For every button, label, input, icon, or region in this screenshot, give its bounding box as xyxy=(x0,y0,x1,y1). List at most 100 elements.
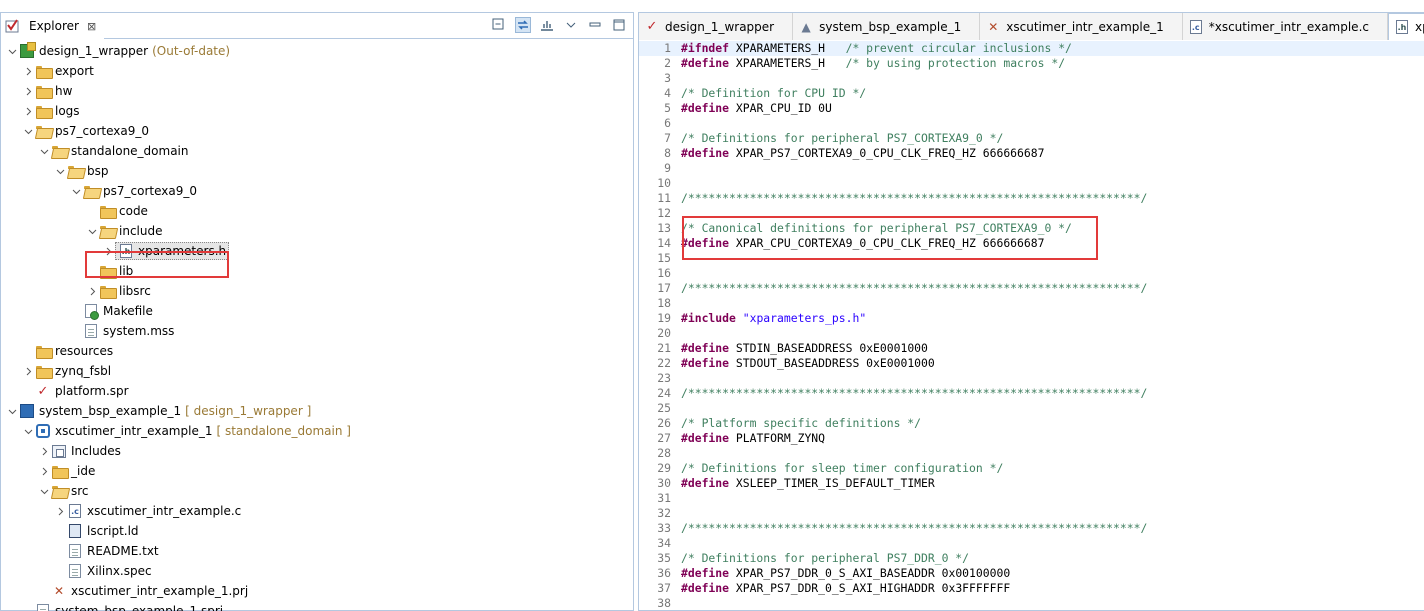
tree-item-label: system_bsp_example_1.sprj xyxy=(55,604,224,611)
tree-item-content: Includes xyxy=(51,443,121,459)
explorer-tab-title: Explorer xyxy=(29,19,79,33)
tree-item[interactable]: Makefile xyxy=(1,301,633,321)
tree-item[interactable]: README.txt xyxy=(1,541,633,561)
collapse-all-icon[interactable] xyxy=(491,17,507,33)
tree-item-content: _ide xyxy=(51,463,95,479)
line-number: 25 xyxy=(657,401,671,415)
code-line: 2 #define XPARAMETERS_H /* by using prote… xyxy=(639,56,1424,71)
tree-item[interactable]: system_bsp_example_1.sprj xyxy=(1,601,633,611)
chevron-down-icon[interactable] xyxy=(37,481,51,501)
chevron-right-icon[interactable] xyxy=(21,61,35,81)
tree-item[interactable]: code xyxy=(1,201,633,221)
line-number: 11 xyxy=(657,191,671,205)
code-line: 30 #define XSLEEP_TIMER_IS_DEFAULT_TIMER xyxy=(639,476,1424,491)
tree-item[interactable]: system.mss xyxy=(1,321,633,341)
filter-icon[interactable] xyxy=(539,17,555,33)
code-line: 31 xyxy=(639,491,1424,506)
maximize-icon[interactable] xyxy=(611,17,627,33)
tree-item[interactable]: .h xparameters.h xyxy=(1,241,633,261)
line-number: 28 xyxy=(657,446,671,460)
tree-item[interactable]: hw xyxy=(1,81,633,101)
tree-item[interactable]: lscript.ld xyxy=(1,521,633,541)
tree-item[interactable]: system_bsp_example_1[ design_1_wrapper ] xyxy=(1,401,633,421)
tree-item[interactable]: xscutimer_intr_example_1[ standalone_dom… xyxy=(1,421,633,441)
explorer-tab-bar: Explorer ⊠ xyxy=(1,13,633,39)
line-number: 16 xyxy=(657,266,671,280)
code-token: /* Definition for CPU ID */ xyxy=(681,86,867,100)
close-icon[interactable]: ⊠ xyxy=(87,20,96,33)
editor-tab[interactable]: ▲ system_bsp_example_1 xyxy=(793,13,981,40)
explorer-panel: Explorer ⊠ design_1_wrapper (Out-of-date… xyxy=(0,12,634,611)
code-editor[interactable]: 1 #ifndef XPARAMETERS_H /* prevent circul… xyxy=(639,41,1424,610)
tree-item[interactable]: zynq_fsbl xyxy=(1,361,633,381)
chevron-down-icon[interactable] xyxy=(69,181,83,201)
tree-item[interactable]: export xyxy=(1,61,633,81)
chevron-right-icon[interactable] xyxy=(53,501,67,521)
code-token: /***************************************… xyxy=(681,281,1148,295)
tree-item[interactable]: design_1_wrapper (Out-of-date) xyxy=(1,41,633,61)
editor-tab[interactable]: ✓ design_1_wrapper xyxy=(639,13,794,40)
tree-item[interactable]: ps7_cortexa9_0 xyxy=(1,121,633,141)
explorer-tab[interactable]: Explorer ⊠ xyxy=(1,13,105,39)
tree-item[interactable]: standalone_domain xyxy=(1,141,633,161)
hw-platform-icon xyxy=(19,42,36,59)
chevron-right-icon[interactable] xyxy=(21,101,35,121)
code-token: XSLEEP_TIMER_IS_DEFAULT_TIMER xyxy=(729,476,935,490)
chevron-down-icon[interactable] xyxy=(37,141,51,161)
chevron-right-icon[interactable] xyxy=(37,441,51,461)
view-menu-icon[interactable] xyxy=(563,17,579,33)
tree-item[interactable]: resources xyxy=(1,341,633,361)
tree-item[interactable]: include xyxy=(1,221,633,241)
chevron-right-icon[interactable] xyxy=(37,461,51,481)
chevron-down-icon[interactable] xyxy=(53,161,67,181)
tree-item-label: platform.spr xyxy=(55,384,129,398)
line-number: 9 xyxy=(664,161,671,175)
tree-item[interactable]: _ide xyxy=(1,461,633,481)
editor-tab-label: design_1_wrapper xyxy=(665,19,775,34)
code-text: /***************************************… xyxy=(677,281,1147,296)
editor-tab[interactable]: .c *xscutimer_intr_example.c xyxy=(1182,13,1388,40)
tree-item-content: system.mss xyxy=(83,323,174,339)
editor-tab[interactable]: .h xpara xyxy=(1387,13,1424,40)
chevron-right-icon[interactable] xyxy=(21,361,35,381)
minimize-icon[interactable] xyxy=(587,17,603,33)
code-text: #define XPAR_PS7_CORTEXA9_0_CPU_CLK_FREQ… xyxy=(677,146,1044,161)
chevron-right-icon[interactable] xyxy=(21,81,35,101)
tree-item[interactable]: Xilinx.spec xyxy=(1,561,633,581)
code-line: 17 /*************************************… xyxy=(639,281,1424,296)
chevron-down-icon[interactable] xyxy=(5,41,19,61)
tree-item[interactable]: ps7_cortexa9_0 xyxy=(1,181,633,201)
chevron-down-icon[interactable] xyxy=(21,421,35,441)
tree-item-decoration: [ design_1_wrapper ] xyxy=(185,404,312,418)
chevron-down-icon[interactable] xyxy=(21,121,35,141)
tree-item[interactable]: lib xyxy=(1,261,633,281)
editor-tab[interactable]: ✕ xscutimer_intr_example_1 xyxy=(980,13,1183,40)
editor-tab-label: xpara xyxy=(1414,20,1424,34)
code-token: #define xyxy=(681,476,730,490)
code-token: /***************************************… xyxy=(681,191,1148,205)
chevron-right-icon[interactable] xyxy=(85,281,99,301)
tree-item[interactable]: libsrc xyxy=(1,281,633,301)
chevron-right-icon[interactable] xyxy=(101,241,115,261)
chevron-down-icon[interactable] xyxy=(5,401,19,421)
code-text: #define XPAR_PS7_DDR_0_S_AXI_BASEADDR 0x… xyxy=(677,566,1010,581)
tree-item[interactable]: bsp xyxy=(1,161,633,181)
link-editor-icon[interactable] xyxy=(515,17,531,33)
chevron-down-icon[interactable] xyxy=(85,221,99,241)
folder-open-icon xyxy=(67,163,83,179)
tree-item[interactable]: ✕ xscutimer_intr_example_1.prj xyxy=(1,581,633,601)
code-line: 16 xyxy=(639,266,1424,281)
tree-item[interactable]: .c xscutimer_intr_example.c xyxy=(1,501,633,521)
tree-item[interactable]: logs xyxy=(1,101,633,121)
tree-item-label: ps7_cortexa9_0 xyxy=(103,184,197,198)
tree-item[interactable]: Includes xyxy=(1,441,633,461)
tree-item[interactable]: ✓ platform.spr xyxy=(1,381,633,401)
line-number: 31 xyxy=(657,491,671,505)
tree-item[interactable]: src xyxy=(1,481,633,501)
tree-item-decoration: (Out-of-date) xyxy=(152,44,231,58)
code-text: /* Definitions for sleep timer configura… xyxy=(677,461,1003,476)
